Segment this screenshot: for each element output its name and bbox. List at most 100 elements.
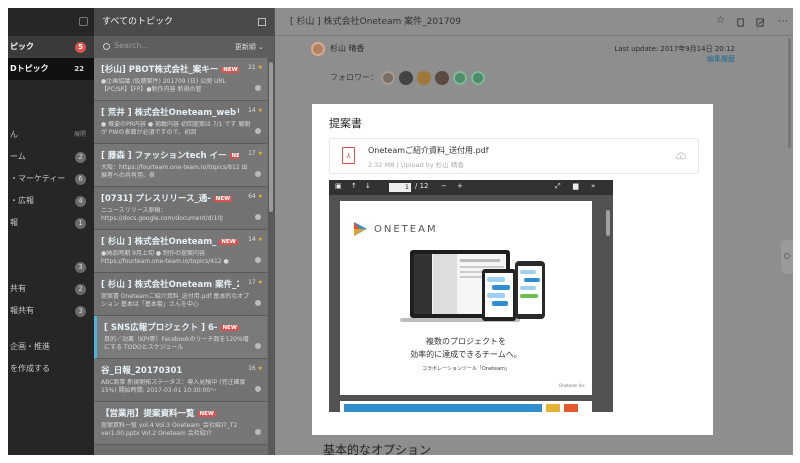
topic-count: 14 — [248, 107, 256, 114]
search-input[interactable]: Search... — [114, 41, 149, 50]
collapse-icon[interactable] — [79, 17, 88, 26]
pdf-page-next — [340, 401, 592, 412]
sidebar-item[interactable]: 3 — [8, 256, 94, 278]
status-dot-icon — [255, 128, 261, 134]
more-icon[interactable]: ⋯ — [778, 8, 788, 27]
new-badge: NEW — [197, 411, 216, 417]
new-badge: NEW — [229, 153, 239, 159]
sidebar-item[interactable]: 報1 — [8, 212, 94, 234]
star-icon[interactable]: ☆ — [716, 16, 725, 26]
topic-list-item[interactable]: [ 杉山 ] 株式会社Oneteam_ NEW ●納品時期 9月上旬 ● 制作の提案… — [94, 230, 267, 273]
follower-avatar[interactable] — [453, 71, 467, 85]
topic-title-text: [ 杉山 ] 株式会社Oneteam_ — [101, 237, 217, 247]
file-attachment[interactable]: ⅄ Oneteamご紹介資料_送付用.pdf 2.32 MB | Upload … — [329, 138, 699, 174]
device-mockup-image — [400, 250, 545, 322]
follower-avatar[interactable] — [381, 71, 395, 85]
topic-title-text: 谷_日報_20170301 — [101, 366, 183, 376]
grid-icon[interactable] — [258, 18, 266, 26]
avatar — [311, 42, 325, 56]
topic-list-item[interactable]: [ 荒井 ] 株式会社Oneteam_webリー ● 概要のPR内容 ● 掲載内容… — [94, 101, 267, 144]
zoom-out-icon[interactable]: − — [441, 182, 447, 190]
follower-avatar[interactable] — [471, 71, 485, 85]
topic-title: [0731] プレスリリース_通- NEW — [101, 192, 239, 204]
star-icon[interactable]: ★ — [256, 150, 263, 157]
star-icon[interactable]: ★ — [256, 64, 263, 71]
status-dot-icon — [255, 429, 261, 435]
topic-title: [ SNS広報プロジェクト ] 6- NEW — [104, 321, 242, 333]
sidebar-footer-link[interactable]: 企画・推進 — [8, 336, 94, 358]
star-icon[interactable]: ★ — [256, 107, 263, 114]
scroll-thumb[interactable] — [269, 62, 273, 212]
edit-icon[interactable] — [756, 18, 765, 27]
sidebar-list: ピック 5 Dトピック 22 ん展開 ーム 2 ・マーケティー 6 ・広報 4 報 1 3 共有 2 報共有 3 企… — [8, 36, 94, 380]
topic-list-item[interactable]: 【営業用】提案資料一覧 NEW 提案資料一覧 vol.4 Vol.3 Oneteam… — [94, 402, 267, 445]
topic-title: [ 杉山 ] 株式会社Oneteam_ NEW — [101, 235, 239, 247]
cloud-download-icon[interactable] — [675, 151, 686, 161]
follower-avatar[interactable] — [399, 71, 413, 85]
pdf-caption-line2: 効率的に達成できるチームへ。 — [410, 350, 522, 359]
zoom-in-icon[interactable]: + — [457, 182, 463, 190]
sidebar-item[interactable] — [8, 102, 94, 124]
more-tools-icon[interactable]: » — [591, 182, 595, 190]
sidebar-item[interactable] — [8, 234, 94, 256]
star-icon[interactable]: ★ — [256, 236, 263, 243]
pdf-scrollbar[interactable] — [605, 198, 611, 408]
sidebar-item[interactable] — [8, 80, 94, 102]
arrow-up-icon[interactable]: ↑ — [351, 182, 357, 190]
file-preview-modal: 提案書 ⅄ Oneteamご紹介資料_送付用.pdf 2.32 MB | Upl… — [312, 104, 713, 435]
topic-snippet: 目的／効果（KPI等）Facebookのリーチ数を120%増にする TODOとス… — [104, 336, 249, 351]
topic-list-item[interactable]: [杉山] PBOT株式会社_案キー NEW ●企画協議 (仮題案件) 201709 … — [94, 58, 267, 101]
edit-history-link[interactable]: 編集履歴 — [614, 54, 735, 64]
page-banner-accent — [564, 404, 578, 412]
star-icon[interactable]: ★ — [256, 279, 263, 286]
sort-dropdown[interactable]: 更新順 ⌄ — [235, 42, 264, 52]
status-dot-icon — [255, 257, 261, 263]
fullscreen-icon[interactable]: ⤢ — [555, 182, 561, 191]
sidebar-footer-link[interactable]: を作成する — [8, 358, 94, 380]
topic-snippet: 提案書 Oneteamご紹介資料_送付用.pdf 基本的なオプション 基本は「基… — [101, 293, 250, 308]
sidebar-item[interactable]: ・広報 4 — [8, 190, 94, 212]
sidebar-item[interactable]: ピック 5 — [8, 36, 94, 58]
side-panel-toggle[interactable] — [781, 240, 793, 274]
author-name[interactable]: 杉山 晴香 — [330, 43, 365, 54]
download-icon[interactable]: ▆ — [573, 182, 578, 190]
topic-meta: 64 ★ — [248, 193, 263, 200]
star-icon[interactable]: ★ — [256, 365, 263, 372]
sidebar-item[interactable]: 共有 2 — [8, 278, 94, 300]
sidebar: ピック 5 Dトピック 22 ん展開 ーム 2 ・マーケティー 6 ・広報 4 報 1 3 共有 2 報共有 3 企… — [8, 8, 94, 455]
section-heading: 基本的なオプション — [323, 443, 432, 455]
topic-list-item[interactable]: [ 杉山 ] 株式会社Oneteam 案件_2- 提案書 Oneteamご紹介資料… — [94, 273, 267, 316]
pdf-scroll-thumb[interactable] — [606, 210, 610, 236]
topic-search-bar[interactable]: Search... 更新順 ⌄ — [94, 36, 274, 58]
topic-list-item[interactable]: 谷_日報_20170301 ABC商事 新規開拓ステータス：導入見積中 (完注確度… — [94, 359, 267, 402]
topic-snippet: ●企画協議 (仮題案件) 201709 (日) 公開 URL【PC/SP】【FP… — [101, 78, 226, 93]
topic-title: [ 藤森 ] ファッションtech イーNEW — [101, 149, 239, 161]
topic-scrollbar[interactable] — [268, 58, 274, 455]
sidebar-item[interactable]: 報共有 3 — [8, 300, 94, 322]
topic-meta: 14 ★ — [248, 107, 263, 114]
sidebar-toggle-icon[interactable]: ▣ — [335, 182, 342, 190]
sidebar-item-label: ・マーケティー — [10, 174, 66, 183]
topic-list-item[interactable]: [0731] プレスリリース_通- NEW ニュースリリース原稿： https://… — [94, 187, 267, 230]
file-meta: 2.32 MB | Upload by 杉山 晴香 — [368, 161, 464, 169]
file-name[interactable]: Oneteamご紹介資料_送付用.pdf — [368, 145, 489, 156]
count-badge: 3 — [75, 306, 86, 317]
count-badge: 1 — [75, 218, 86, 229]
star-icon[interactable]: ★ — [256, 193, 263, 200]
sidebar-item-hint[interactable]: 展開 — [74, 124, 86, 146]
page-number-input[interactable]: 1 — [389, 183, 411, 192]
sidebar-item[interactable]: ・マーケティー 6 — [8, 168, 94, 190]
follower-avatar[interactable] — [435, 71, 449, 85]
follower-avatar[interactable] — [417, 71, 431, 85]
bookmark-icon[interactable] — [736, 18, 745, 27]
topic-list-item[interactable]: [ 藤森 ] ファッションtech イーNEW 大阪：https://fourte… — [94, 144, 267, 187]
topic-count: 64 — [248, 193, 256, 200]
topic-title-text: [ SNS広報プロジェクト ] 6- — [104, 323, 218, 333]
sidebar-item-label: 報 — [10, 218, 18, 227]
main-scrollbar[interactable] — [788, 38, 791, 148]
arrow-down-icon[interactable]: ↓ — [365, 182, 371, 190]
sidebar-item[interactable]: ーム 2 — [8, 146, 94, 168]
sidebar-item[interactable]: ん 展開 — [8, 124, 94, 146]
sidebar-item[interactable]: Dトピック 22 — [8, 58, 94, 80]
topic-list-item[interactable]: [ SNS広報プロジェクト ] 6- NEW 目的／効果（KPI等）Facebook… — [94, 316, 267, 359]
